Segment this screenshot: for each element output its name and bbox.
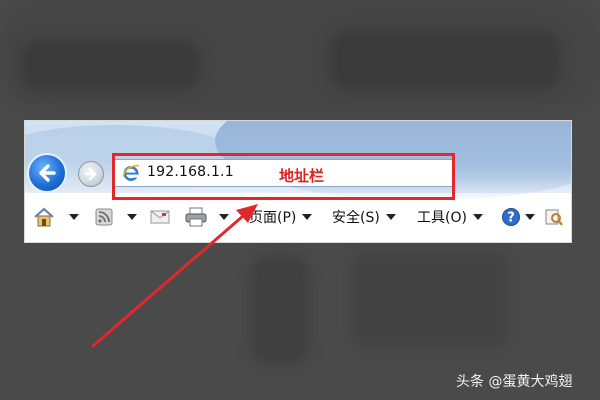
annotation-arrow [91,204,258,348]
screenshot-root: { "address_bar": { "url": "192.168.1.1",… [0,0,600,400]
watermark: 头条 @蛋黄大鸡翅 [456,374,573,390]
